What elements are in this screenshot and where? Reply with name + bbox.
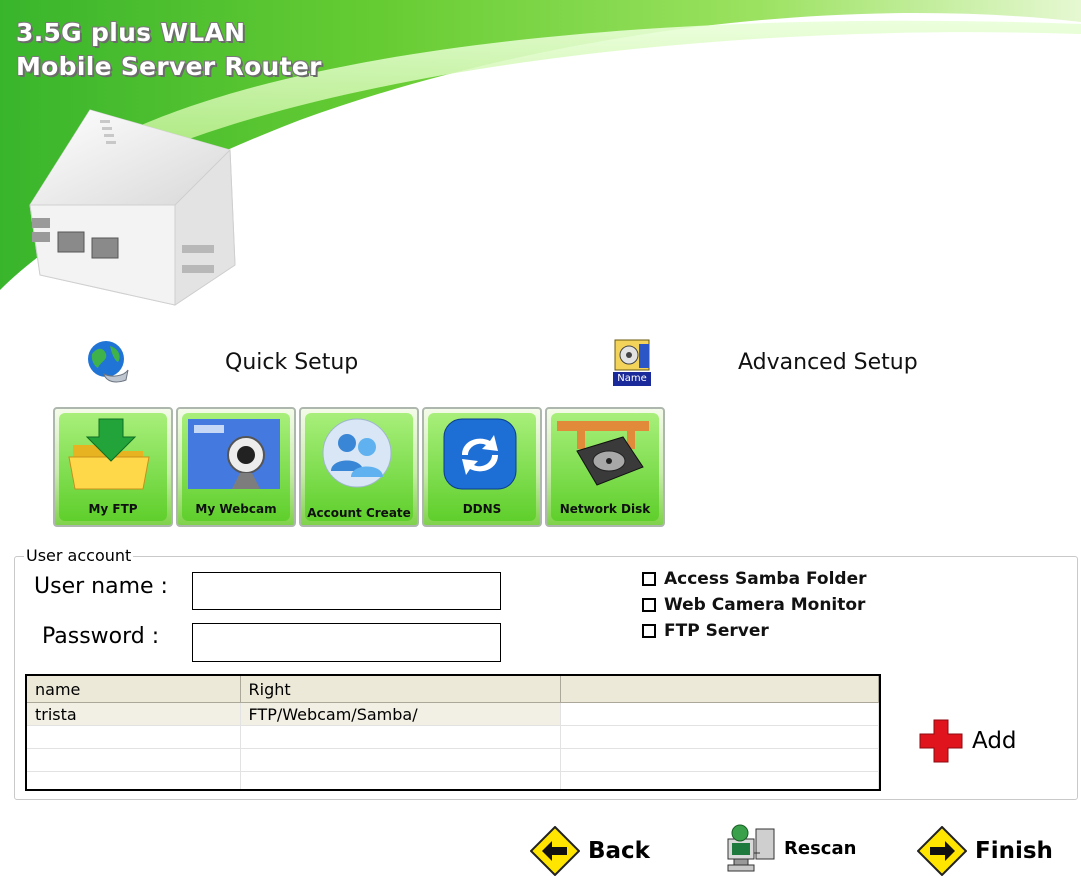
tool-label: DDNS	[462, 502, 502, 516]
rescan-label: Rescan	[784, 837, 857, 859]
account-create-button[interactable]: Account Create	[299, 407, 419, 527]
my-ftp-button[interactable]: My FTP	[53, 407, 173, 527]
checkbox[interactable]	[642, 572, 656, 586]
tool-label: Network Disk	[559, 502, 651, 516]
option-access-samba-folder[interactable]: Access Samba Folder	[642, 569, 867, 589]
column-header-blank[interactable]	[560, 676, 879, 703]
option-label: Access Samba Folder	[664, 569, 867, 589]
advanced-icon-caption: Name	[617, 373, 647, 384]
tool-label: My FTP	[88, 502, 138, 516]
arrow-right-icon	[917, 826, 967, 876]
ddns-button[interactable]: DDNS	[422, 407, 542, 527]
network-disk-button[interactable]: Network Disk	[545, 407, 665, 527]
feature-toolbar: My FTP My Webcam Account Create DDNS Net…	[53, 407, 668, 527]
back-label: Back	[588, 838, 650, 864]
table-header-row: name Right	[27, 676, 879, 703]
table-row-empty	[27, 725, 879, 749]
rescan-button[interactable]: Rescan	[724, 823, 856, 873]
finish-button[interactable]: Finish	[917, 826, 1053, 876]
option-web-camera-monitor[interactable]: Web Camera Monitor	[642, 595, 865, 615]
finish-label: Finish	[975, 838, 1053, 864]
tool-label: Account Create	[307, 506, 411, 520]
webcam-icon	[188, 419, 280, 489]
username-input[interactable]	[192, 572, 501, 610]
column-header-right[interactable]: Right	[240, 676, 561, 703]
option-label: Web Camera Monitor	[664, 595, 866, 615]
arrow-left-icon	[530, 826, 580, 876]
advanced-setup-link[interactable]: Advanced Setup	[738, 350, 918, 375]
password-label: Password :	[42, 624, 160, 649]
product-title-line1: 3.5G plus WLAN	[16, 18, 246, 47]
tool-label: My Webcam	[195, 502, 277, 516]
hard-disk-icon	[557, 421, 649, 486]
checkbox[interactable]	[642, 598, 656, 612]
advanced-setup-icon[interactable]: Name	[611, 336, 655, 388]
option-label: FTP Server	[664, 621, 769, 641]
product-title-line2: Mobile Server Router	[16, 52, 322, 81]
header-banner: 3.5G plus WLAN Mobile Server Router	[0, 0, 1081, 320]
back-button[interactable]: Back	[530, 826, 650, 876]
plus-icon	[919, 719, 963, 763]
add-button[interactable]: Add	[918, 718, 1017, 764]
cell-name: trista	[27, 702, 241, 726]
globe-icon[interactable]	[82, 336, 132, 386]
password-input[interactable]	[192, 623, 501, 662]
refresh-icon	[443, 418, 517, 490]
cell-right: FTP/Webcam/Samba/	[240, 702, 561, 726]
table-row[interactable]: trista FTP/Webcam/Samba/	[27, 702, 879, 726]
add-label: Add	[972, 728, 1017, 754]
quick-setup-link[interactable]: Quick Setup	[225, 350, 358, 375]
username-label: User name :	[34, 574, 168, 599]
folder-download-icon	[68, 418, 150, 490]
user-account-legend: User account	[24, 546, 134, 565]
option-ftp-server[interactable]: FTP Server	[642, 621, 769, 641]
checkbox[interactable]	[642, 624, 656, 638]
table-row-empty	[27, 748, 879, 772]
users-icon	[322, 418, 392, 488]
column-header-name[interactable]: name	[27, 676, 241, 703]
accounts-table[interactable]: name Right trista FTP/Webcam/Samba/	[25, 674, 881, 791]
cell-extra	[560, 702, 879, 726]
my-webcam-button[interactable]: My Webcam	[176, 407, 296, 527]
network-computer-icon	[727, 824, 775, 872]
table-row-empty	[27, 771, 879, 789]
product-title: 3.5G plus WLAN Mobile Server Router	[16, 16, 322, 84]
